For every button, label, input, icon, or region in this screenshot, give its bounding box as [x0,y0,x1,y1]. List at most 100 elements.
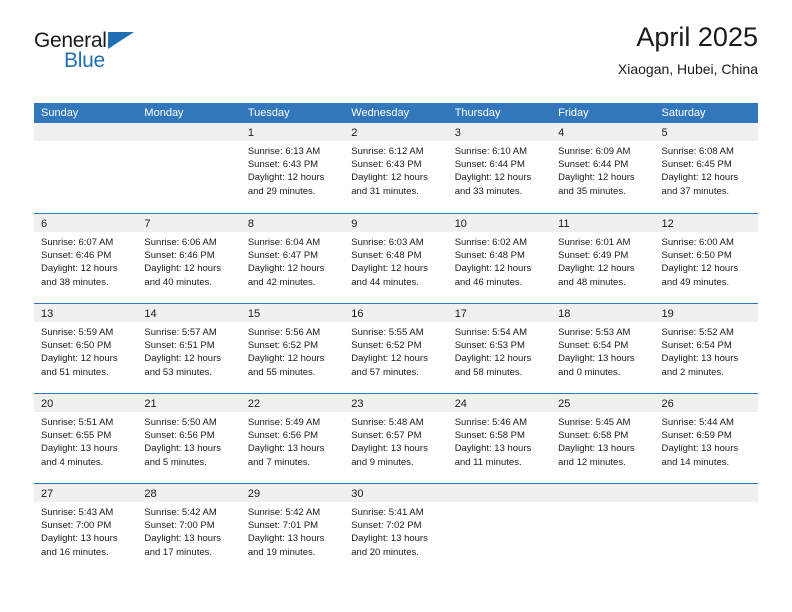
calendar-day-cell[interactable]: 7 Sunrise: 6:06 AM Sunset: 6:46 PM Daylight… [137,214,241,303]
sunrise-text: Sunrise: 6:13 AM [247,146,321,157]
calendar-day-cell[interactable]: 8 Sunrise: 6:04 AM Sunset: 6:47 PM Daylight… [240,214,345,303]
calendar-day-cell[interactable]: 23 Sunrise: 5:48 AM Sunset: 6:57 PM Dayligh… [344,394,448,483]
calendar-day-cell[interactable]: 1 Sunrise: 6:13 AM Sunset: 6:43 PM Daylight… [240,123,345,213]
calendar-day-cell[interactable]: 9 Sunrise: 6:03 AM Sunset: 6:48 PM Daylight… [344,214,448,303]
sunset-text: Sunset: 6:56 PM [247,430,319,442]
calendar-day-cell[interactable]: 18 Sunrise: 5:53 AM Sunset: 6:54 PM Dayligh… [551,304,655,393]
daylight-text-line2: and 31 minutes. [351,185,419,197]
daylight-text-line1: Daylight: 12 hours [41,263,118,275]
daylight-text-line1: Daylight: 12 hours [351,263,428,275]
day-number-band: 27 [34,484,138,502]
calendar-day-cell[interactable]: 3 Sunrise: 6:10 AM Sunset: 6:44 PM Daylight… [447,123,552,213]
sunrise-text: Sunrise: 5:57 AM [144,327,217,338]
sunrise-text: Sunrise: 6:09 AM [558,146,631,157]
sunset-text: Sunset: 6:48 PM [351,250,422,262]
sunset-text: Sunset: 6:48 PM [454,250,525,262]
calendar-day-cell[interactable]: 24 Sunrise: 5:46 AM Sunset: 6:58 PM Dayligh… [447,394,552,483]
day-number: 2 [351,127,358,139]
daylight-text-line2: and 35 minutes. [558,185,626,197]
day-number: 12 [661,218,674,230]
sunset-text: Sunset: 6:49 PM [558,250,629,262]
daylight-text-line2: and 48 minutes. [558,276,626,288]
calendar-day-cell[interactable]: 12 Sunrise: 6:00 AM Sunset: 6:50 PM Dayligh… [654,214,758,303]
calendar-day-cell[interactable]: 11 Sunrise: 6:01 AM Sunset: 6:49 PM Dayligh… [551,214,655,303]
brand-logo-blue-text: Blue [64,49,105,72]
daylight-text-line1: Daylight: 13 hours [558,443,635,455]
daylight-text-line2: and 12 minutes. [558,456,626,468]
daylight-text-line1: Daylight: 12 hours [661,263,739,275]
calendar-day-cell[interactable]: 28 Sunrise: 5:42 AM Sunset: 7:00 PM Dayligh… [137,484,241,573]
daylight-text-line1: Daylight: 12 hours [247,353,325,365]
calendar-day-cell[interactable]: 20 Sunrise: 5:51 AM Sunset: 6:55 PM Dayligh… [34,394,138,483]
day-number: 13 [41,308,54,320]
calendar-day-cell[interactable]: 6 Sunrise: 6:07 AM Sunset: 6:46 PM Daylight… [34,214,138,303]
sunrise-text: Sunrise: 6:10 AM [454,146,528,157]
sunrise-text: Sunrise: 5:50 AM [144,417,217,428]
calendar-day-cell[interactable]: 25 Sunrise: 5:45 AM Sunset: 6:58 PM Dayligh… [551,394,655,483]
calendar-day-cell[interactable]: 15 Sunrise: 5:56 AM Sunset: 6:52 PM Dayligh… [240,304,345,393]
day-sun-info: Sunrise: 5:53 AM Sunset: 6:54 PM Daylight:… [551,322,654,379]
daylight-text-line2: and 20 minutes. [351,546,419,558]
calendar-day-cell[interactable]: 4 Sunrise: 6:09 AM Sunset: 6:44 PM Daylight… [551,123,655,213]
weekday-header-sunday: Sunday [41,107,79,119]
daylight-text-line2: and 0 minutes. [558,366,621,378]
sunset-text: Sunset: 6:45 PM [661,159,732,171]
day-number: 30 [351,488,364,500]
day-sun-info: Sunrise: 6:04 AM Sunset: 6:47 PM Daylight:… [241,232,344,289]
sunrise-text: Sunrise: 5:44 AM [661,417,734,428]
daylight-text-line2: and 40 minutes. [144,276,213,288]
day-sun-info: Sunrise: 5:45 AM Sunset: 6:58 PM Daylight:… [551,412,654,469]
calendar-week-row: 13 Sunrise: 5:59 AM Sunset: 6:50 PM Dayligh… [34,303,758,393]
calendar-day-cell[interactable]: 30 Sunrise: 5:41 AM Sunset: 7:02 PM Dayligh… [344,484,448,573]
calendar-day-cell[interactable]: 10 Sunrise: 6:02 AM Sunset: 6:48 PM Dayligh… [447,214,552,303]
day-number-band: 11 [551,214,655,232]
daylight-text-line2: and 37 minutes. [661,185,730,197]
calendar-day-cell[interactable]: 27 Sunrise: 5:43 AM Sunset: 7:00 PM Dayligh… [34,484,138,573]
calendar-day-cell[interactable]: 14 Sunrise: 5:57 AM Sunset: 6:51 PM Dayligh… [137,304,241,393]
sunrise-text: Sunrise: 6:07 AM [41,237,114,248]
title-block: April 2025 Xiaogan, Hubei, China [618,22,758,77]
day-number: 4 [558,127,565,139]
calendar-weeks: 1 Sunrise: 6:13 AM Sunset: 6:43 PM Daylight… [34,123,758,573]
daylight-text-line1: Daylight: 12 hours [247,172,325,184]
calendar-day-cell[interactable]: 5 Sunrise: 6:08 AM Sunset: 6:45 PM Daylight… [654,123,758,213]
day-sun-info: Sunrise: 6:10 AM Sunset: 6:44 PM Daylight:… [448,141,551,198]
calendar-day-cell[interactable]: 2 Sunrise: 6:12 AM Sunset: 6:43 PM Daylight… [344,123,448,213]
calendar-day-cell[interactable]: 13 Sunrise: 5:59 AM Sunset: 6:50 PM Dayligh… [34,304,138,393]
calendar-day-cell[interactable]: 17 Sunrise: 5:54 AM Sunset: 6:53 PM Dayligh… [447,304,552,393]
calendar-day-cell[interactable]: 22 Sunrise: 5:49 AM Sunset: 6:56 PM Dayligh… [240,394,345,483]
calendar-day-cell[interactable]: 16 Sunrise: 5:55 AM Sunset: 6:52 PM Dayligh… [344,304,448,393]
calendar-day-cell-empty [137,123,241,213]
day-sun-info: Sunrise: 5:44 AM Sunset: 6:59 PM Daylight:… [655,412,758,469]
calendar-day-cell[interactable]: 29 Sunrise: 5:42 AM Sunset: 7:01 PM Dayligh… [240,484,345,573]
sunset-text: Sunset: 6:44 PM [454,159,525,171]
day-number-band: 8 [240,214,345,232]
daylight-text-line2: and 51 minutes. [41,366,109,378]
sunrise-text: Sunrise: 5:53 AM [558,327,631,338]
daylight-text-line1: Daylight: 12 hours [144,353,221,365]
day-sun-info: Sunrise: 5:55 AM Sunset: 6:52 PM Daylight:… [344,322,447,379]
day-sun-info: Sunrise: 6:08 AM Sunset: 6:45 PM Daylight:… [655,141,758,198]
calendar-day-cell[interactable]: 21 Sunrise: 5:50 AM Sunset: 6:56 PM Dayligh… [137,394,241,483]
daylight-text-line1: Daylight: 13 hours [144,533,221,545]
daylight-text-line1: Daylight: 12 hours [454,263,532,275]
sunrise-text: Sunrise: 6:03 AM [351,237,424,248]
sunrise-text: Sunrise: 5:43 AM [41,507,114,518]
sunrise-text: Sunrise: 5:48 AM [351,417,424,428]
calendar-page: General Blue April 2025 Xiaogan, Hubei, … [0,0,792,612]
day-number: 1 [247,127,254,139]
weekday-header-row: Sunday Monday Tuesday Wednesday Thursday… [34,103,758,123]
day-number: 3 [454,127,461,139]
daylight-text-line2: and 29 minutes. [247,185,316,197]
calendar-day-cell-empty [447,484,552,573]
day-number-band: 25 [551,394,655,412]
day-number-band: 7 [137,214,241,232]
sunset-text: Sunset: 7:00 PM [144,520,215,532]
calendar-day-cell[interactable]: 19 Sunrise: 5:52 AM Sunset: 6:54 PM Dayligh… [654,304,758,393]
day-sun-info: Sunrise: 6:13 AM Sunset: 6:43 PM Daylight:… [241,141,344,198]
daylight-text-line1: Daylight: 12 hours [661,172,739,184]
calendar-day-cell[interactable]: 26 Sunrise: 5:44 AM Sunset: 6:59 PM Dayligh… [654,394,758,483]
sunrise-text: Sunrise: 5:54 AM [454,327,528,338]
sunset-text: Sunset: 6:50 PM [41,340,112,352]
day-number: 25 [558,398,571,410]
